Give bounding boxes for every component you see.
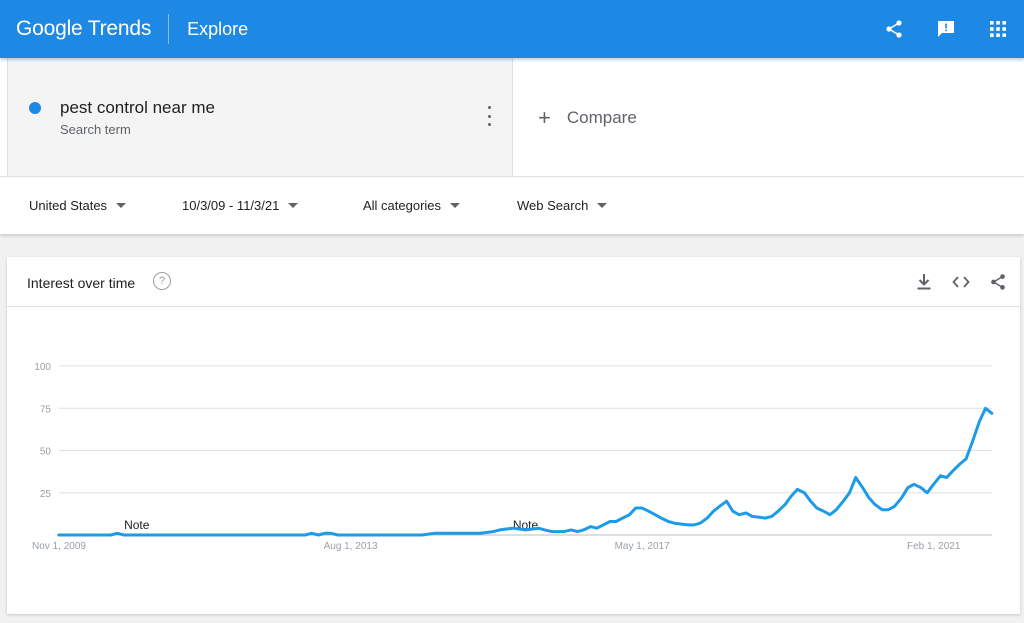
dropdown-arrow-icon xyxy=(450,203,461,208)
date-range-filter[interactable]: 10/3/09 - 11/3/21 xyxy=(182,198,299,213)
search-term-type: Search term xyxy=(60,122,131,137)
help-icon[interactable]: ? xyxy=(153,272,171,290)
date-range-label: 10/3/09 - 11/3/21 xyxy=(182,198,280,213)
x-tick-label: Aug 1, 2013 xyxy=(324,541,378,552)
x-tick-label: Nov 1, 2009 xyxy=(32,541,86,552)
y-tick-label: 50 xyxy=(40,447,52,458)
interest-line-chart: 25 50 75 100 Nov 1, 2009 Aug 1, 2013 May 1, 20… xyxy=(32,362,994,552)
embed-icon[interactable] xyxy=(951,272,971,292)
card-actions xyxy=(897,272,1008,292)
region-filter[interactable]: United States xyxy=(29,198,127,213)
term-color-dot xyxy=(29,102,41,114)
y-tick-label: 100 xyxy=(34,362,51,373)
category-filter[interactable]: All categories xyxy=(363,198,461,213)
search-term-card[interactable]: pest control near me Search term xyxy=(7,58,513,176)
filter-bar: United States 10/3/09 - 11/3/21 All cate… xyxy=(0,176,1024,234)
google-trends-logo[interactable]: Google Trends xyxy=(16,17,151,41)
download-icon[interactable] xyxy=(914,272,934,292)
compare-label: Compare xyxy=(566,108,637,127)
share-icon[interactable] xyxy=(988,272,1008,292)
card-header: Interest over time ? xyxy=(7,257,1020,307)
region-filter-label: United States xyxy=(29,198,108,213)
category-label: All categories xyxy=(363,198,442,213)
plus-icon: + xyxy=(538,105,551,130)
x-tick-label: May 1, 2017 xyxy=(615,541,670,552)
interest-over-time-card: Interest over time ? 25 50 75 100 Nov 1, 200… xyxy=(7,257,1020,614)
compare-button[interactable]: + Compare xyxy=(538,105,637,130)
top-app-bar: Google Trends Explore xyxy=(0,0,1024,58)
dropdown-arrow-icon xyxy=(597,203,608,208)
search-type-label: Web Search xyxy=(517,198,589,213)
header-divider xyxy=(168,14,170,44)
dropdown-arrow-icon xyxy=(116,203,127,208)
note-annotation: Note xyxy=(124,518,150,532)
y-tick-label: 75 xyxy=(40,404,52,415)
search-type-filter[interactable]: Web Search xyxy=(517,198,608,213)
share-icon[interactable] xyxy=(883,18,905,40)
feedback-icon[interactable] xyxy=(935,18,957,40)
page-title: Explore xyxy=(187,18,249,39)
y-tick-label: 25 xyxy=(40,489,52,500)
series-line xyxy=(57,406,994,537)
search-term-text[interactable]: pest control near me xyxy=(60,98,215,118)
top-actions xyxy=(883,0,1024,58)
card-title: Interest over time xyxy=(27,275,136,291)
x-tick-label: Feb 1, 2021 xyxy=(907,541,961,552)
apps-icon[interactable] xyxy=(987,18,1009,40)
more-vert-icon[interactable] xyxy=(485,106,493,126)
search-terms-row: pest control near me Search term + Compa… xyxy=(0,58,1024,176)
dropdown-arrow-icon xyxy=(288,203,299,208)
